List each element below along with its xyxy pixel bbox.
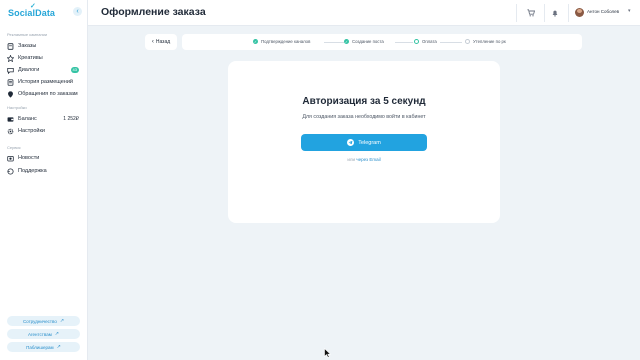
cart-icon[interactable] — [524, 6, 538, 20]
history-icon — [7, 78, 14, 86]
external-arrow-icon: ↗ — [56, 344, 61, 350]
back-button[interactable]: ‹ Назад — [145, 34, 177, 50]
sidebar: SocialData ✓ ‹ Рекламные кампании Заказы… — [0, 0, 88, 360]
chevron-down-icon[interactable]: ▾ — [628, 8, 631, 14]
sidebar-item-news[interactable]: Новости — [7, 153, 83, 163]
page-title: Оформление заказа — [101, 6, 206, 18]
sidebar-item-label: Баланс — [18, 116, 37, 122]
telegram-icon — [347, 139, 355, 146]
user-name[interactable]: Антон Соболев — [587, 9, 619, 14]
sidebar-item-creatives[interactable]: Креативы — [7, 53, 83, 63]
header-divider — [568, 4, 569, 22]
pending-step-icon — [465, 39, 470, 44]
sidebar-item-balance[interactable]: Баланс 1 252₽ — [7, 114, 83, 124]
avatar[interactable] — [575, 8, 584, 17]
chat-icon — [7, 67, 14, 74]
alt-login-line: или через Email — [228, 157, 500, 162]
step-create-post[interactable]: ✓ Создание поста — [344, 39, 384, 44]
publishers-button[interactable]: Паблишерам ↗ — [7, 342, 80, 352]
chevron-left-icon: ‹ — [151, 39, 154, 45]
auth-title: Авторизация за 5 секунд — [302, 96, 426, 107]
section-title-ads: Рекламные кампании — [7, 32, 48, 37]
sidebar-item-label: Заказы — [18, 43, 37, 49]
step-label: Подтверждение каналов — [261, 39, 311, 44]
sidebar-item-label: Новости — [18, 155, 40, 161]
step-refinement[interactable]: Утепление по рк — [465, 39, 506, 44]
sidebar-item-label: Поддержка — [18, 168, 47, 174]
section-title-service: Сервис — [7, 145, 21, 150]
or-text: или — [347, 157, 356, 162]
logo[interactable]: SocialData ✓ — [8, 3, 55, 18]
sidebar-item-history[interactable]: История размещений — [7, 77, 83, 87]
step-confirm-channels[interactable]: ✓ Подтверждение каналов — [253, 39, 310, 44]
check-icon: ✓ — [344, 39, 349, 44]
external-arrow-icon: ↗ — [54, 331, 59, 337]
sidebar-item-settings[interactable]: Настройки — [7, 126, 83, 136]
step-connector — [440, 41, 462, 43]
header-divider — [516, 4, 517, 22]
back-label: Назад — [155, 39, 171, 45]
wallet-icon — [7, 116, 14, 123]
sidebar-item-label: Обращения по заказам — [18, 91, 78, 97]
star-icon — [7, 54, 14, 62]
step-connector — [395, 41, 413, 43]
sidebar-item-support[interactable]: Поддержка — [7, 166, 83, 176]
help-icon — [7, 167, 14, 175]
telegram-label: Telegram — [358, 139, 381, 146]
step-connector — [324, 41, 344, 43]
sidebar-item-requests[interactable]: Обращения по заказам — [7, 89, 83, 99]
sidebar-item-orders[interactable]: Заказы — [7, 41, 83, 51]
sidebar-item-label: История размещений — [18, 79, 73, 85]
check-icon: ✓ — [253, 39, 258, 44]
email-login-link[interactable]: через Email — [356, 157, 380, 162]
publishers-label: Паблишерам — [26, 344, 54, 350]
header-divider — [544, 4, 545, 22]
collapse-sidebar-button[interactable]: ‹ — [73, 7, 82, 16]
auth-subtitle: Для создания заказа необходимо войти в к… — [302, 114, 426, 120]
auth-card: Авторизация за 5 секунд Для создания зак… — [228, 61, 500, 223]
support-icon — [7, 90, 14, 98]
top-header: Оформление заказа Антон Соболев ▾ — [88, 0, 640, 26]
agencies-button[interactable]: Агентствам ↗ — [7, 329, 80, 339]
step-label: Утепление по рк — [473, 39, 506, 44]
agencies-label: Агентствам — [28, 331, 52, 337]
balance-value: 1 252₽ — [63, 116, 79, 122]
section-title-settings: Настройки — [7, 105, 27, 110]
step-label: Создание поста — [352, 39, 384, 44]
news-icon — [7, 155, 14, 162]
step-payment[interactable]: Оплата — [414, 39, 437, 44]
gear-icon — [7, 128, 14, 135]
partnership-button[interactable]: Сотрудничество ↗ — [7, 316, 80, 326]
sidebar-item-label: Диалоги — [18, 67, 40, 73]
sidebar-item-label: Креативы — [18, 55, 43, 61]
partnership-label: Сотрудничество — [22, 318, 57, 324]
dialogs-count-badge: 43 — [70, 67, 79, 73]
mouse-cursor-icon — [324, 348, 331, 358]
logo-check-icon: ✓ — [30, 3, 36, 10]
sidebar-item-dialogs[interactable]: Диалоги 43 — [7, 65, 83, 75]
step-label: Оплата — [422, 39, 437, 44]
external-arrow-icon: ↗ — [59, 318, 65, 324]
current-step-icon — [414, 39, 419, 44]
bell-icon[interactable] — [548, 6, 562, 20]
sidebar-item-label: Настройки — [18, 128, 45, 134]
telegram-login-button[interactable]: Telegram — [301, 134, 427, 151]
order-steps: ✓ Подтверждение каналов ✓ Создание поста… — [182, 34, 582, 50]
cart-icon — [7, 42, 14, 50]
